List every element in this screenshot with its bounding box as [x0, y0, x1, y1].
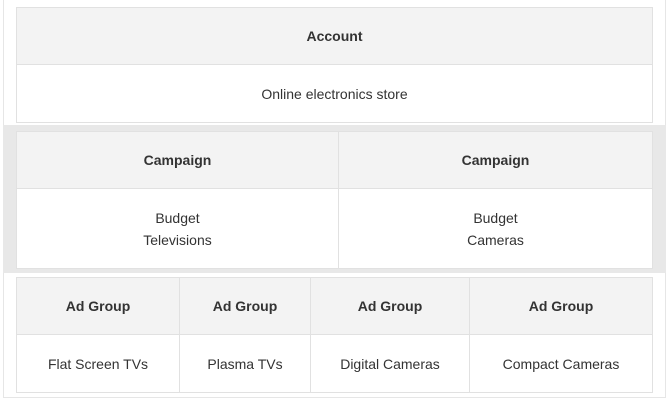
campaign-name: Televisions	[143, 231, 212, 248]
campaign-cell: Budget Cameras	[338, 188, 653, 269]
ad-group-name: Plasma TVs	[179, 334, 311, 393]
account-header: Account	[16, 7, 653, 65]
frame-border-bottom	[3, 397, 666, 398]
campaign-header: Campaign	[16, 131, 339, 189]
account-table: Account Online electronics store	[16, 7, 653, 123]
ad-group-header: Ad Group	[16, 277, 180, 335]
ad-group-header: Ad Group	[469, 277, 653, 335]
ad-group-name: Digital Cameras	[310, 334, 470, 393]
ad-group-name: Compact Cameras	[469, 334, 653, 393]
ad-group-name: Flat Screen TVs	[16, 334, 180, 393]
account-name: Online electronics store	[16, 64, 653, 123]
account-structure-diagram: Account Online electronics store Campaig…	[0, 0, 670, 400]
ad-group-header: Ad Group	[310, 277, 470, 335]
campaign-header: Campaign	[338, 131, 653, 189]
ad-group-header: Ad Group	[179, 277, 311, 335]
campaign-cell: Budget Televisions	[16, 188, 339, 269]
ad-group-table: Ad Group Ad Group Ad Group Ad Group Flat…	[16, 277, 653, 393]
campaign-budget-label: Budget	[473, 209, 518, 226]
campaign-budget-label: Budget	[155, 209, 200, 226]
campaign-table: Campaign Campaign Budget Televisions Bud…	[16, 131, 653, 269]
campaign-name: Cameras	[467, 231, 524, 248]
